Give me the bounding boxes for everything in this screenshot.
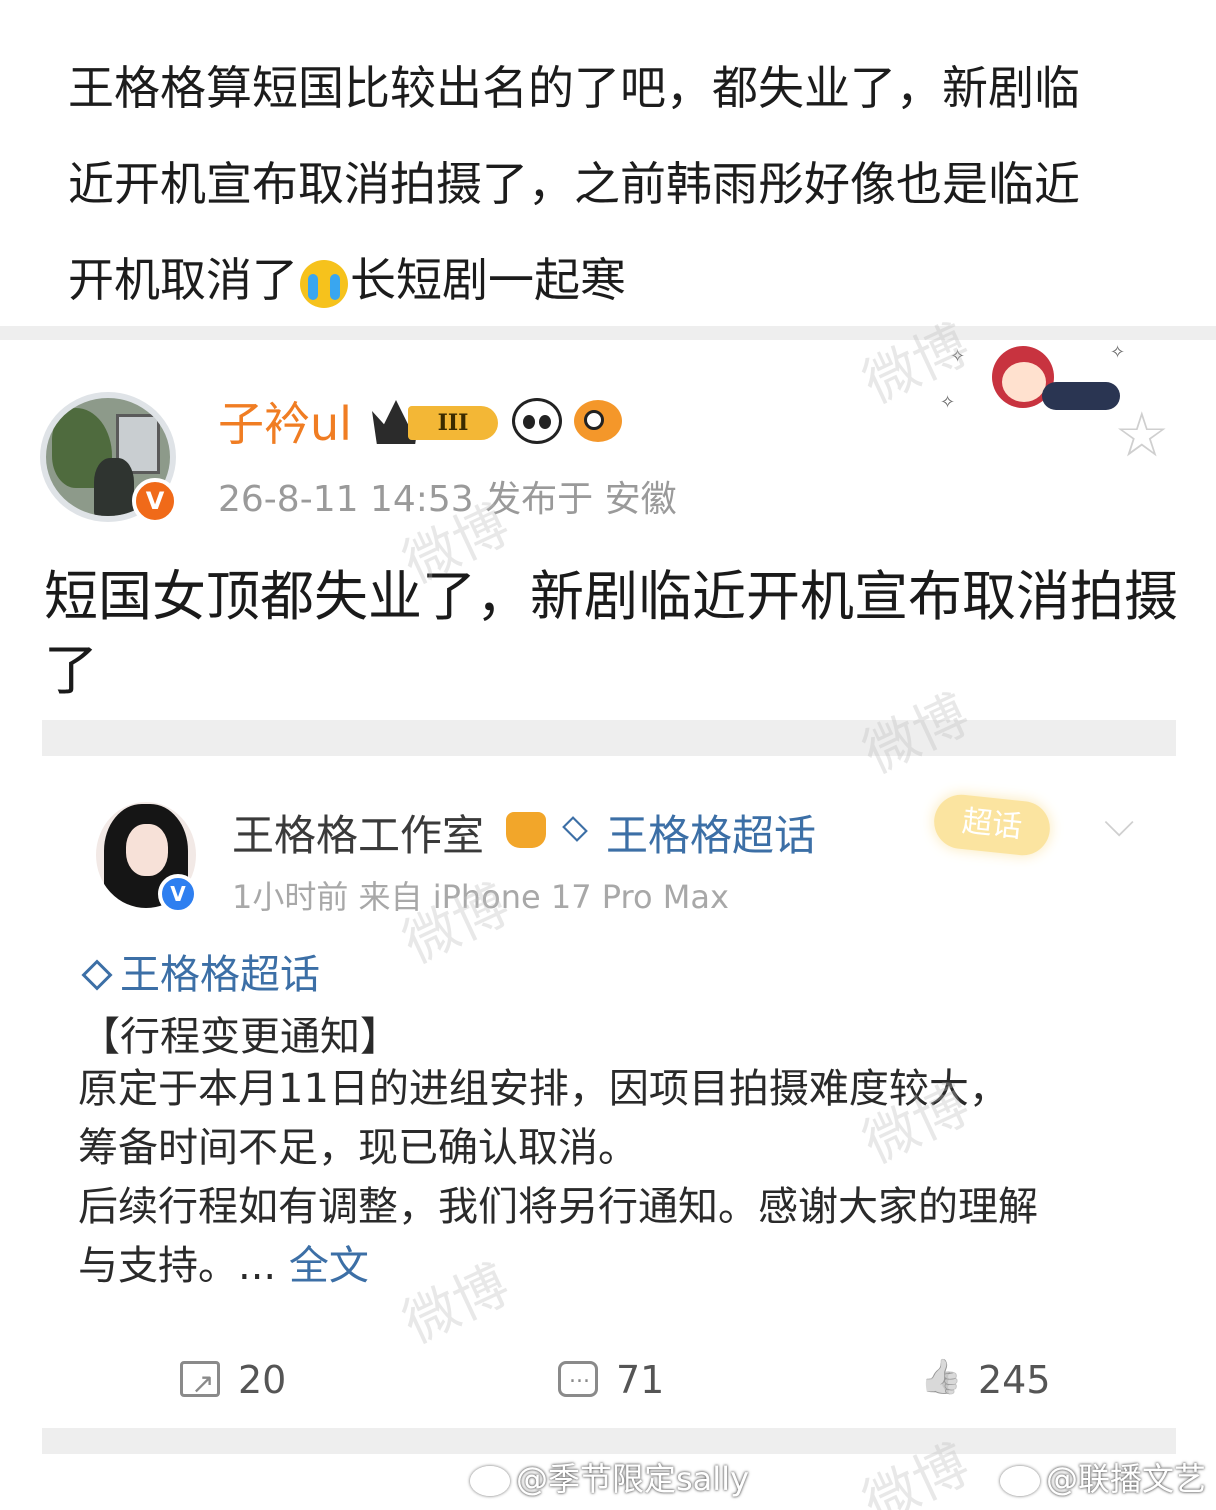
- supertopic-link[interactable]: 王格格超话: [606, 802, 816, 863]
- notice-line-1: 原定于本月11日的进组安排，因项目拍摄难度较大，: [78, 1066, 1009, 1112]
- member-level-label: III: [408, 406, 498, 440]
- blue-verified-icon: V: [158, 874, 198, 914]
- verified-badge-icon: V: [132, 478, 178, 524]
- caption-line-3: 开机取消了 长短剧一起寒: [68, 232, 1158, 328]
- action-bar: 20 71 245: [42, 1346, 1176, 1414]
- credit-right: @联播文艺: [1000, 1454, 1206, 1500]
- caption-line-1: 王格格算短国比较出名的了吧，都失业了，新剧临: [68, 61, 1080, 115]
- avatar-face-shape: [126, 824, 168, 876]
- comment-count: 71: [616, 1358, 665, 1402]
- sticker-face: [1002, 362, 1046, 402]
- notice-line-2: 筹备时间不足，现已确认取消。: [78, 1125, 638, 1171]
- caption-line-3-a: 开机取消了: [68, 253, 298, 307]
- thumbs-up-icon: [920, 1361, 960, 1397]
- favorite-star-icon[interactable]: ☆: [1114, 404, 1170, 466]
- credit-left: @季节限定sally: [470, 1454, 749, 1500]
- post-username[interactable]: 子衿ul: [218, 388, 352, 454]
- comment-button[interactable]: 71: [558, 1346, 665, 1410]
- post-text: 短国女顶都失业了，新剧临近开机宣布取消拍摄了: [44, 565, 1178, 702]
- share-count: 20: [238, 1358, 287, 1402]
- topic-tag-label: 王格格超话: [120, 952, 320, 998]
- member-crown-icon[interactable]: III: [372, 400, 498, 444]
- quoted-username[interactable]: 王格格工作室: [232, 802, 484, 863]
- sparkle-icon: ✧: [950, 346, 966, 367]
- credit-right-label: @联播文艺: [1046, 1460, 1207, 1498]
- chevron-down-icon[interactable]: ⌵: [1104, 800, 1134, 846]
- notice-line-3: 后续行程如有调整，我们将另行通知。感谢大家的理解: [78, 1184, 1038, 1230]
- anime-sticker-icon: ✧ ✧ ✧: [940, 338, 1130, 438]
- like-count: 245: [978, 1358, 1051, 1402]
- credit-left-label: @季节限定sally: [516, 1460, 750, 1498]
- sparkle-icon: ✧: [1110, 342, 1126, 363]
- like-button[interactable]: 245: [920, 1350, 1051, 1410]
- full-text-link[interactable]: 全文: [289, 1243, 369, 1289]
- caption-text: 王格格算短国比较出名的了吧，都失业了，新剧临 近开机宣布取消拍摄了，之前韩雨彤好…: [68, 40, 1158, 328]
- panda-icon[interactable]: [512, 398, 562, 444]
- share-icon: [180, 1354, 220, 1414]
- notice-body: 原定于本月11日的进组安排，因项目拍摄难度较大， 筹备时间不足，现已确认取消。 …: [78, 1060, 1158, 1296]
- weibo-icon: [470, 1466, 510, 1496]
- card-bottom-divider: [42, 1428, 1176, 1454]
- comment-icon: [558, 1346, 598, 1406]
- notice-title: 【行程变更通知】: [80, 1014, 400, 1060]
- sparkle-icon: ✧: [940, 392, 956, 413]
- quoted-meta: 1小时前 来自 iPhone 17 Pro Max: [232, 878, 729, 916]
- post-meta: 26-8-11 14:53 发布于 安徽: [218, 479, 677, 520]
- crying-face-icon: [300, 259, 348, 308]
- sticker-body: [1042, 382, 1120, 410]
- caption-line-3-b: 长短剧一起寒: [350, 253, 626, 307]
- caption-line-2: 近开机宣布取消拍摄了，之前韩雨彤好像也是临近: [68, 157, 1080, 211]
- notice-line-4-text: 与支持。...: [78, 1243, 289, 1289]
- avatar-person-shape: [94, 458, 134, 516]
- fish-icon[interactable]: [574, 400, 622, 442]
- diamond-icon: [81, 959, 113, 991]
- topic-tag[interactable]: 王格格超话: [80, 942, 320, 1000]
- gold-crown-icon: [506, 812, 546, 848]
- notice-line-4: 与支持。... 全文: [78, 1237, 1158, 1296]
- share-button[interactable]: 20: [180, 1350, 287, 1414]
- weibo-icon: [1000, 1466, 1040, 1496]
